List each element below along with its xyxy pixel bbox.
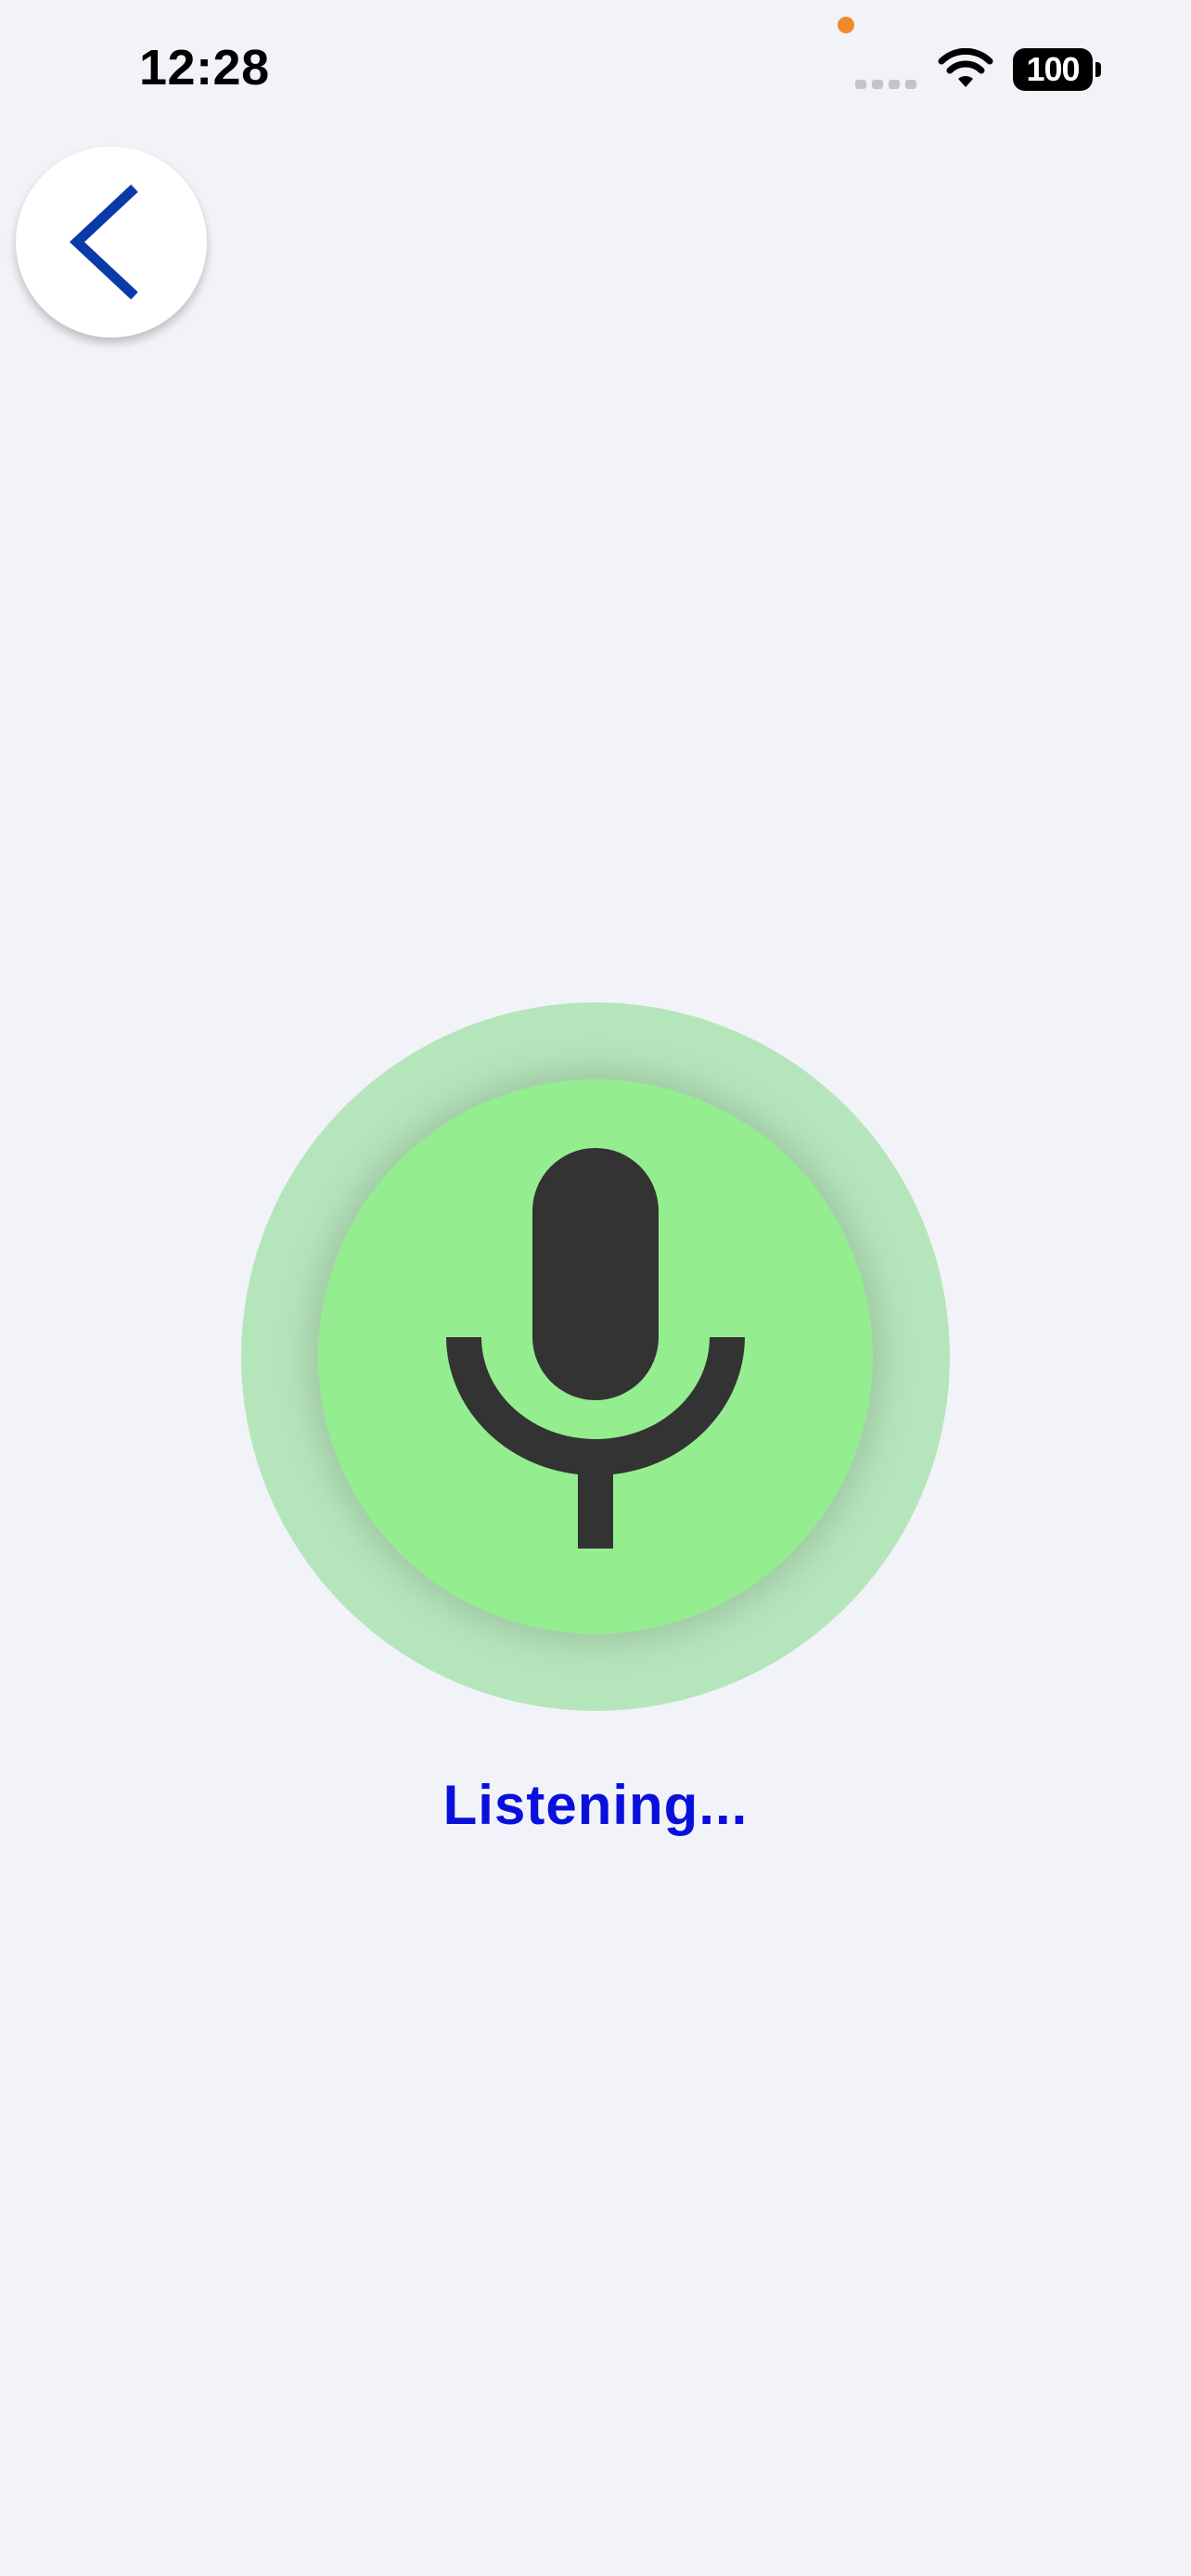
chevron-left-icon [69,184,138,300]
back-button[interactable] [16,147,207,338]
wifi-icon [938,48,993,87]
cellular-signal-icon [855,80,916,89]
battery-cap [1095,62,1101,77]
battery-level: 100 [1013,48,1093,91]
privacy-indicator-dot [838,17,854,33]
status-time: 12:28 [139,40,270,96]
listening-status-text: Listening... [442,1774,749,1836]
battery-icon: 100 [1013,48,1102,91]
status-bar: 12:28 100 [0,0,1191,139]
microphone-icon [446,1148,745,1549]
